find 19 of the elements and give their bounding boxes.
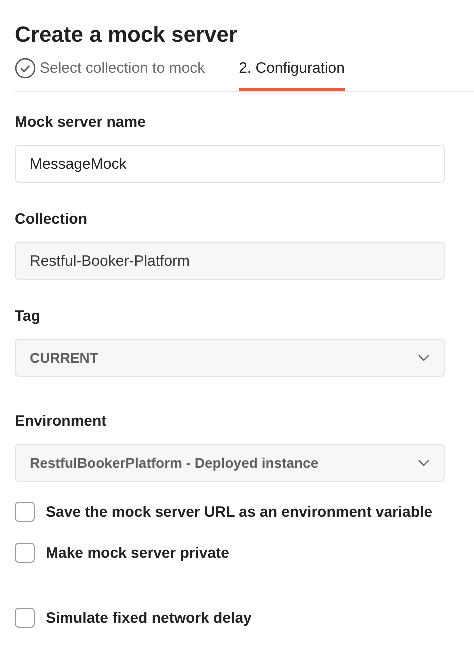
field-label: Collection (15, 211, 89, 229)
chevron-down-icon (418, 354, 430, 362)
checkbox-label: Save the mock server URL as an environment variable (46, 504, 433, 520)
input-field[interactable]: MessageMock (15, 145, 445, 183)
checkbox-label: Simulate fixed network delay (46, 610, 252, 626)
field-label: Mock server name (15, 114, 147, 132)
step-tab[interactable]: 2. Configuration (239, 56, 345, 91)
field-label: Environment (15, 413, 108, 431)
dialog-title: Create a mock server (15, 22, 239, 48)
checkbox[interactable] (15, 608, 35, 628)
dropdown[interactable]: CURRENT (15, 339, 445, 377)
dropdown[interactable]: RestfulBookerPlatform - Deployed instance (15, 444, 445, 482)
step-tab[interactable]: Select collection to mock (15, 56, 206, 91)
chevron-down-icon (418, 459, 430, 467)
checkbox[interactable] (15, 502, 35, 522)
checkbox-label: Make mock server private (46, 544, 230, 562)
field-label: Tag (15, 308, 42, 326)
input-field[interactable]: Restful-Booker-Platform (15, 242, 445, 280)
checkbox[interactable] (15, 543, 35, 563)
